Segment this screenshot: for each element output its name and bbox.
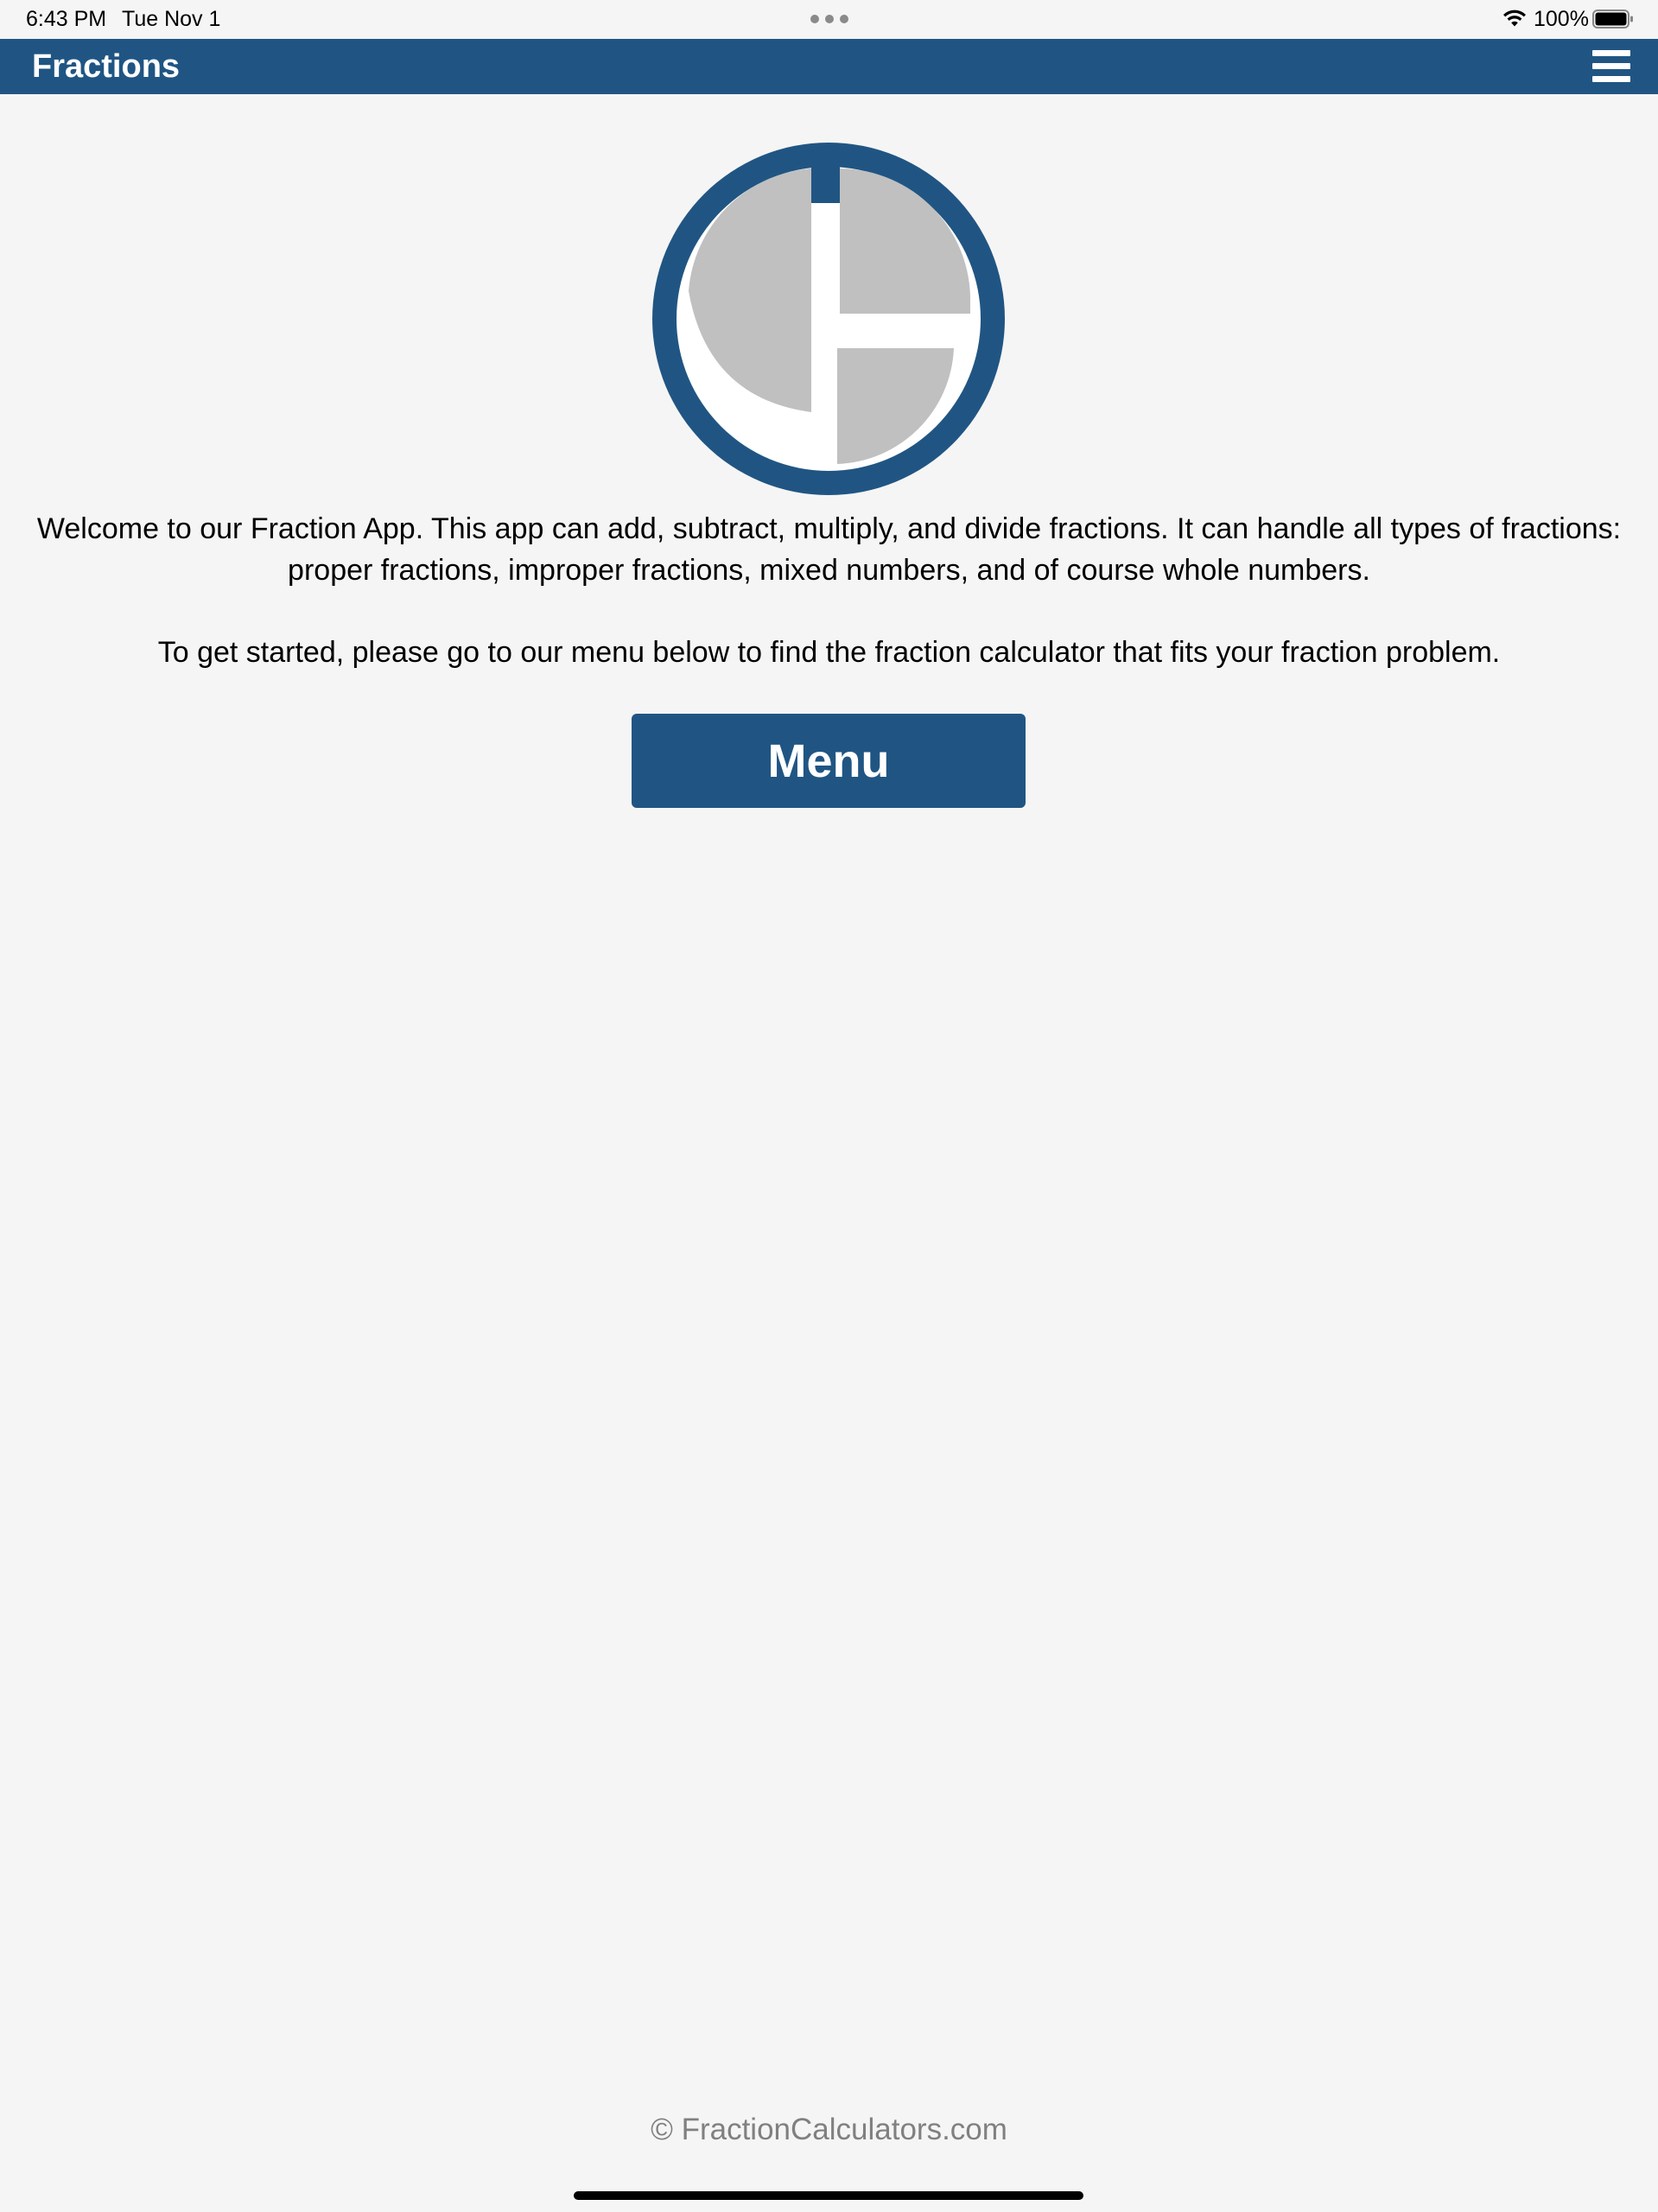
wifi-icon <box>1503 10 1526 27</box>
fraction-pie-logo <box>652 143 1005 495</box>
app-title: Fractions <box>32 48 181 85</box>
status-time: 6:43 PM <box>26 7 107 31</box>
battery-icon <box>1592 10 1633 29</box>
copyright-footer: © FractionCalculators.com <box>651 2113 1007 2146</box>
battery-percentage: 100% <box>1534 7 1589 31</box>
intro-text: Welcome to our Fraction App. This app ca… <box>36 512 1622 587</box>
status-bar: 6:43 PM Tue Nov 1 100% <box>0 0 1658 38</box>
menu-button[interactable]: Menu <box>632 714 1026 808</box>
multitasking-dots-icon[interactable] <box>810 15 848 23</box>
instructions-text: To get started, please go to our menu be… <box>157 636 1501 669</box>
home-indicator[interactable] <box>574 2191 1083 2200</box>
hamburger-menu-icon[interactable] <box>1592 50 1630 83</box>
app-screen: 6:43 PM Tue Nov 1 100% Fractions Welcome… <box>0 0 1658 2212</box>
navbar: Fractions <box>0 39 1658 94</box>
status-date: Tue Nov 1 <box>122 7 221 31</box>
